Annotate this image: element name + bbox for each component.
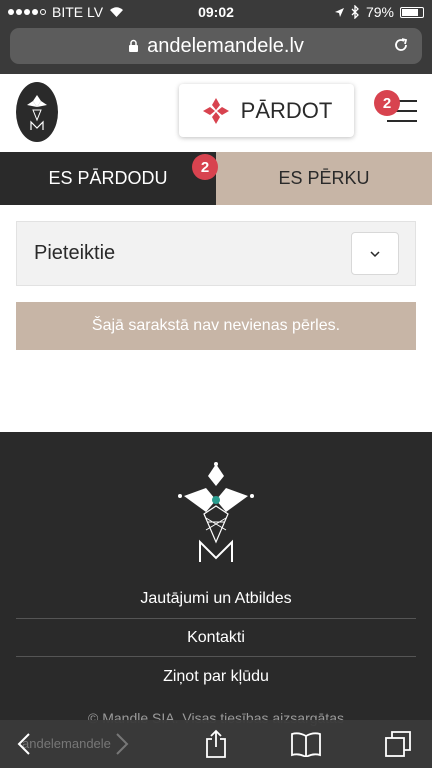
selling-notification-badge: 2	[192, 154, 218, 180]
footer-link-faq[interactable]: Jautājumi un Atbildes	[16, 590, 416, 608]
battery-icon	[400, 6, 424, 18]
bookmarks-button[interactable]	[290, 728, 322, 760]
footer-logo-icon	[178, 462, 254, 562]
address-bar[interactable]: andelemandele.lv	[10, 28, 422, 64]
browser-address-area: andelemandele.lv	[0, 24, 432, 74]
reload-icon[interactable]	[392, 36, 410, 54]
footer-link-report-bug[interactable]: Ziņot par kļūdu	[16, 668, 416, 686]
empty-list-message: Šajā sarakstā nav nevienas pērles.	[16, 302, 416, 350]
site-header: PĀRDOT 2	[0, 74, 432, 152]
battery-percent: 79%	[365, 4, 394, 20]
url-text: andelemandele.lv	[147, 34, 304, 57]
forward-button[interactable]	[106, 728, 138, 760]
share-button[interactable]	[200, 728, 232, 760]
logo-emblem-icon	[27, 95, 47, 130]
tabs-icon	[385, 731, 411, 757]
tabs-button[interactable]	[382, 728, 414, 760]
tab-buying-label: ES PĒRKU	[278, 168, 370, 188]
chevron-right-icon	[116, 733, 129, 755]
chevron-down-icon	[370, 250, 380, 257]
share-icon	[206, 729, 226, 758]
book-icon	[291, 732, 321, 757]
tab-buying[interactable]: ES PĒRKU	[216, 152, 432, 205]
location-icon	[334, 7, 344, 17]
bluetooth-icon	[351, 5, 359, 19]
site-logo[interactable]	[16, 82, 58, 142]
footer-link-contacts[interactable]: Kontakti	[16, 629, 416, 647]
status-filter[interactable]: Pieteiktie	[16, 221, 416, 286]
site-footer: Jautājumi un Atbildes Kontakti Ziņot par…	[0, 432, 432, 726]
tab-selling[interactable]: ES PĀRDODU	[0, 152, 216, 205]
tab-selling-label: ES PĀRDODU	[48, 168, 168, 188]
lock-icon	[129, 39, 139, 52]
footer-divider	[16, 656, 416, 657]
sell-button-label: PĀRDOT	[240, 97, 333, 123]
sell-button[interactable]: PĀRDOT	[179, 84, 354, 137]
footer-divider	[16, 618, 416, 619]
filter-dropdown-button[interactable]	[351, 232, 399, 275]
back-button[interactable]	[8, 728, 40, 760]
browser-toolbar: andelemandele	[0, 720, 432, 768]
sell-diamond-icon	[202, 97, 229, 124]
main-content: Pieteiktie Šajā sarakstā nav nevienas pē…	[0, 205, 432, 432]
filter-selected-value: Pieteiktie	[34, 242, 116, 264]
tab-bar: ES PĀRDODU ES PĒRKU 2	[0, 152, 432, 205]
chevron-left-icon	[17, 733, 30, 755]
menu-notification-badge: 2	[374, 90, 400, 116]
status-bar: BITE LV 09:02 79%	[0, 0, 432, 24]
